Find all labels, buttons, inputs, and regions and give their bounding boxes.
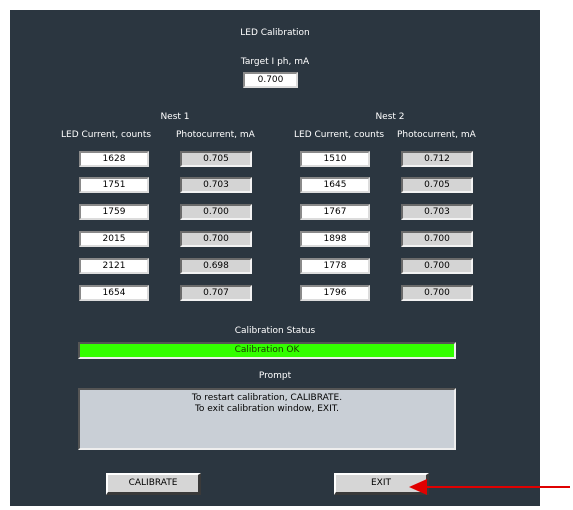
nest2-led-field-2[interactable]: 1645 xyxy=(300,177,370,193)
annotation-arrow-head xyxy=(409,479,427,495)
nest1-led-field-3[interactable]: 1759 xyxy=(79,204,149,220)
target-label: Target I ph, mA xyxy=(240,57,310,67)
nest2-photo-field-4: 0.700 xyxy=(401,231,473,247)
annotation-arrow-line xyxy=(425,486,570,488)
nest2-led-header: LED Current, counts xyxy=(294,130,385,140)
target-current-input[interactable]: 0.700 xyxy=(243,72,298,88)
nest1-photo-field-4: 0.700 xyxy=(180,231,252,247)
nest1-led-field-2[interactable]: 1751 xyxy=(79,177,149,193)
nest1-photo-field-3: 0.700 xyxy=(180,204,252,220)
nest1-title: Nest 1 xyxy=(160,112,190,122)
nest2-led-field-4[interactable]: 1898 xyxy=(300,231,370,247)
nest1-led-field-1[interactable]: 1628 xyxy=(79,151,149,167)
calibrate-button[interactable]: CALIBRATE xyxy=(106,473,201,495)
nest1-photo-field-6: 0.707 xyxy=(180,285,252,301)
status-indicator: Calibration OK xyxy=(78,342,456,359)
nest2-photo-field-3: 0.703 xyxy=(401,204,473,220)
prompt-line-2: To exit calibration window, EXIT. xyxy=(194,404,340,414)
nest2-title: Nest 2 xyxy=(375,112,405,122)
nest1-led-field-5[interactable]: 2121 xyxy=(79,258,149,274)
nest2-photo-field-2: 0.705 xyxy=(401,177,473,193)
prompt-line-1: To restart calibration, CALIBRATE. xyxy=(191,393,343,403)
nest1-photo-field-1: 0.705 xyxy=(180,151,252,167)
prompt-box: To restart calibration, CALIBRATE. To ex… xyxy=(78,388,456,450)
nest2-led-field-1[interactable]: 1510 xyxy=(300,151,370,167)
prompt-label: Prompt xyxy=(258,371,292,381)
calibration-panel: LED Calibration Target I ph, mA 0.700 Ne… xyxy=(10,10,540,506)
nest1-photo-field-2: 0.703 xyxy=(180,177,252,193)
window-title: LED Calibration xyxy=(240,28,310,38)
nest2-photo-field-1: 0.712 xyxy=(401,151,473,167)
nest1-photo-field-5: 0.698 xyxy=(180,258,252,274)
nest2-led-field-5[interactable]: 1778 xyxy=(300,258,370,274)
nest2-led-field-3[interactable]: 1767 xyxy=(300,204,370,220)
status-label: Calibration Status xyxy=(234,326,316,336)
nest1-led-field-6[interactable]: 1654 xyxy=(79,285,149,301)
nest1-photo-header: Photocurrent, mA xyxy=(176,130,255,140)
nest2-photo-header: Photocurrent, mA xyxy=(397,130,476,140)
nest1-led-field-4[interactable]: 2015 xyxy=(79,231,149,247)
nest2-led-field-6[interactable]: 1796 xyxy=(300,285,370,301)
nest1-led-header: LED Current, counts xyxy=(61,130,152,140)
nest2-photo-field-5: 0.700 xyxy=(401,258,473,274)
nest2-photo-field-6: 0.700 xyxy=(401,285,473,301)
